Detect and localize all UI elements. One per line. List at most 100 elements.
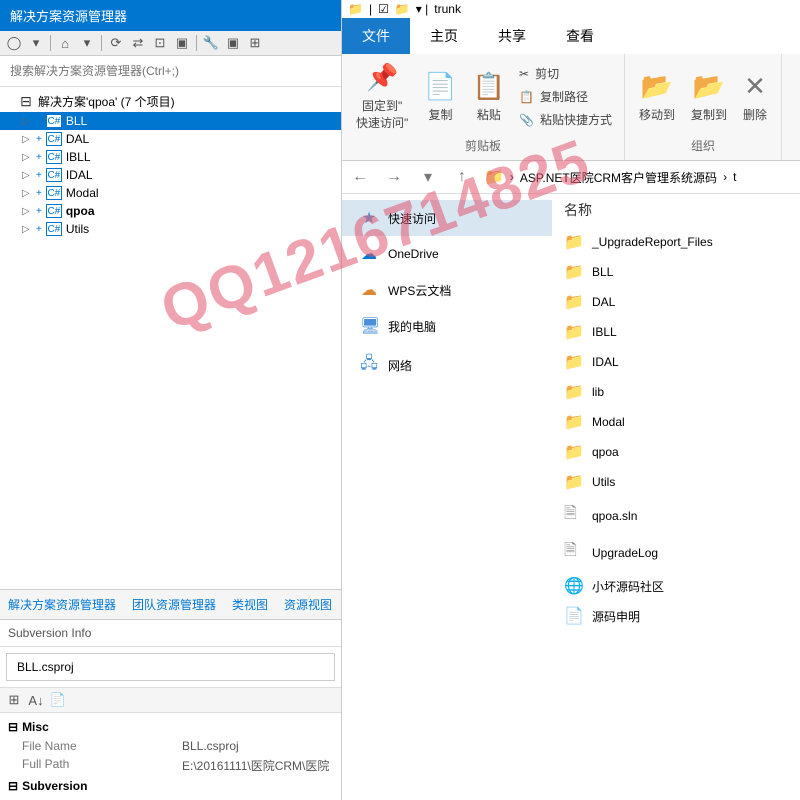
preview-icon[interactable]: ▣ bbox=[225, 35, 241, 51]
breadcrumb-segment[interactable]: ASP.NET医院CRM客户管理系统源码 bbox=[520, 169, 717, 186]
vs-tab[interactable]: 资源视图 bbox=[276, 590, 340, 619]
vs-tab[interactable]: 解决方案资源管理器 bbox=[0, 590, 124, 619]
folder-icon: 📁 bbox=[348, 2, 363, 16]
file-row[interactable]: 📁 Modal bbox=[552, 407, 800, 437]
misc-header[interactable]: ⊟Misc bbox=[8, 717, 333, 737]
expand-icon[interactable]: ▷ bbox=[22, 188, 32, 199]
sidebar-item[interactable]: ☁ OneDrive bbox=[342, 236, 552, 272]
check-icon[interactable]: ☑ bbox=[378, 2, 389, 16]
nav-back[interactable]: ← bbox=[348, 168, 372, 186]
delete-icon: ✕ bbox=[744, 71, 766, 102]
back-icon[interactable]: ◯ bbox=[6, 35, 22, 51]
folder-icon: 📁 bbox=[395, 2, 410, 16]
dropdown-icon[interactable]: ▾ bbox=[79, 35, 95, 51]
search-input[interactable] bbox=[6, 60, 335, 82]
subversion-title: Subversion Info bbox=[0, 620, 341, 647]
expand-icon[interactable]: ▷ bbox=[22, 224, 32, 235]
show-all-icon[interactable]: ▣ bbox=[174, 35, 190, 51]
project-node-DAL[interactable]: ▷ + C# DAL bbox=[0, 130, 341, 148]
nav-up[interactable]: ↑ bbox=[450, 168, 474, 186]
breadcrumb[interactable]: 📁 › ASP.NET医院CRM客户管理系统源码 › t bbox=[484, 167, 736, 187]
pin-button[interactable]: 📌固定到" 快速访问" bbox=[350, 58, 414, 135]
explorer-sidebar: ★ 快速访问 ☁ OneDrive ☁ WPS云文档 🖥 我的电脑 🖧 网络 bbox=[342, 194, 552, 800]
delete-button[interactable]: ✕删除 bbox=[737, 67, 773, 127]
move-to-button[interactable]: 📂移动到 bbox=[633, 67, 681, 127]
expand-icon[interactable]: ▷ bbox=[22, 206, 32, 217]
expand-icon[interactable]: ▷ bbox=[22, 134, 32, 145]
project-node-IDAL[interactable]: ▷ + C# IDAL bbox=[0, 166, 341, 184]
column-header-name[interactable]: 名称 bbox=[552, 194, 800, 227]
file-row[interactable]: 📁 BLL bbox=[552, 257, 800, 287]
collapse-icon[interactable]: ⊡ bbox=[152, 35, 168, 51]
more-icon[interactable]: ⊞ bbox=[247, 35, 263, 51]
breadcrumb-segment[interactable]: t bbox=[733, 170, 736, 184]
file-row[interactable]: 📁 lib bbox=[552, 377, 800, 407]
ribbon-tabs: 文件 主页 共享 查看 bbox=[342, 18, 800, 54]
sidebar-label: 快速访问 bbox=[388, 210, 436, 227]
file-row[interactable]: 📁 IDAL bbox=[552, 347, 800, 377]
file-row[interactable]: 🌐 小坏源码社区 bbox=[552, 571, 800, 601]
file-row[interactable]: 🗎 UpgradeLog bbox=[552, 534, 800, 571]
file-name: _UpgradeReport_Files bbox=[592, 235, 713, 249]
nav-forward[interactable]: → bbox=[382, 168, 406, 186]
categorize-icon[interactable]: ⊞ bbox=[6, 692, 22, 708]
sort-icon[interactable]: A↓ bbox=[28, 692, 44, 708]
vs-bottom-tabs: 解决方案资源管理器团队资源管理器类视图资源视图 bbox=[0, 589, 341, 619]
file-row[interactable]: 🗎 qpoa.sln bbox=[552, 497, 800, 534]
sidebar-item[interactable]: 🖧 网络 bbox=[342, 344, 552, 387]
file-row[interactable]: 📁 DAL bbox=[552, 287, 800, 317]
copy-button[interactable]: 📄复制 bbox=[418, 67, 462, 127]
subversion-header[interactable]: ⊟Subversion bbox=[8, 776, 333, 796]
sidebar-icon: ☁ bbox=[360, 280, 378, 300]
file-row[interactable]: 📁 Utils bbox=[552, 467, 800, 497]
organize-label: 组织 bbox=[633, 135, 773, 156]
project-node-Modal[interactable]: ▷ + C# Modal bbox=[0, 184, 341, 202]
vs-tab[interactable]: 团队资源管理器 bbox=[124, 590, 224, 619]
home-icon[interactable]: ⌂ bbox=[57, 35, 73, 51]
paste-shortcut-button[interactable]: 📎粘贴快捷方式 bbox=[515, 109, 616, 130]
file-name: DAL bbox=[592, 295, 615, 309]
copy-icon: 📄 bbox=[424, 71, 456, 102]
project-label: Modal bbox=[66, 186, 99, 200]
vs-tab[interactable]: 类视图 bbox=[224, 590, 276, 619]
file-type-icon: 📁 bbox=[564, 442, 582, 462]
expand-icon[interactable]: ▷ bbox=[22, 170, 32, 181]
solution-tree: ⊟ 解决方案'qpoa' (7 个项目) ▷ + C# BLL ▷ + C# D… bbox=[0, 87, 341, 589]
sync-icon[interactable]: ⇄ bbox=[130, 35, 146, 51]
csharp-project-icon: C# bbox=[46, 186, 62, 200]
prop-fullpath: Full Path E:\20161111\医院CRM\医院 bbox=[8, 755, 333, 776]
expand-icon[interactable]: ▷ bbox=[22, 116, 32, 127]
file-row[interactable]: 📁 _UpgradeReport_Files bbox=[552, 227, 800, 257]
project-node-IBLL[interactable]: ▷ + C# IBLL bbox=[0, 148, 341, 166]
expand-icon[interactable]: ▷ bbox=[22, 152, 32, 163]
sidebar-label: WPS云文档 bbox=[388, 282, 451, 299]
project-node-Utils[interactable]: ▷ + C# Utils bbox=[0, 220, 341, 238]
sidebar-item[interactable]: 🖥 我的电脑 bbox=[342, 308, 552, 344]
file-name: 小坏源码社区 bbox=[592, 578, 664, 595]
sidebar-item[interactable]: ☁ WPS云文档 bbox=[342, 272, 552, 308]
subversion-info: Subversion Info BLL.csproj ⊞ A↓ 📄 ⊟Misc … bbox=[0, 619, 341, 800]
titlebar-dropdown[interactable]: ▾ | bbox=[416, 2, 428, 16]
copy-to-button[interactable]: 📂复制到 bbox=[685, 67, 733, 127]
file-type-icon: 🗎 bbox=[564, 539, 582, 566]
props-icon[interactable]: 📄 bbox=[50, 692, 66, 708]
clipboard-label: 剪贴板 bbox=[350, 135, 616, 156]
file-row[interactable]: 📁 IBLL bbox=[552, 317, 800, 347]
copy-path-button[interactable]: 📋复制路径 bbox=[515, 86, 616, 107]
refresh-icon[interactable]: ⟳ bbox=[108, 35, 124, 51]
file-row[interactable]: 📄 源码申明 bbox=[552, 601, 800, 631]
paste-button[interactable]: 📋粘贴 bbox=[467, 67, 511, 127]
project-node-BLL[interactable]: ▷ + C# BLL bbox=[0, 112, 341, 130]
file-row[interactable]: 📁 qpoa bbox=[552, 437, 800, 467]
cut-button[interactable]: ✂剪切 bbox=[515, 63, 616, 84]
forward-icon[interactable]: ▾ bbox=[28, 35, 44, 51]
nav-history[interactable]: ▾ bbox=[416, 167, 440, 187]
tab-home[interactable]: 主页 bbox=[410, 18, 478, 54]
project-node-qpoa[interactable]: ▷ + C# qpoa bbox=[0, 202, 341, 220]
properties-icon[interactable]: 🔧 bbox=[203, 35, 219, 51]
sidebar-item[interactable]: ★ 快速访问 bbox=[342, 200, 552, 236]
tab-file[interactable]: 文件 bbox=[342, 18, 410, 54]
tab-view[interactable]: 查看 bbox=[546, 18, 614, 54]
tab-share[interactable]: 共享 bbox=[478, 18, 546, 54]
solution-node[interactable]: ⊟ 解决方案'qpoa' (7 个项目) bbox=[0, 91, 341, 112]
